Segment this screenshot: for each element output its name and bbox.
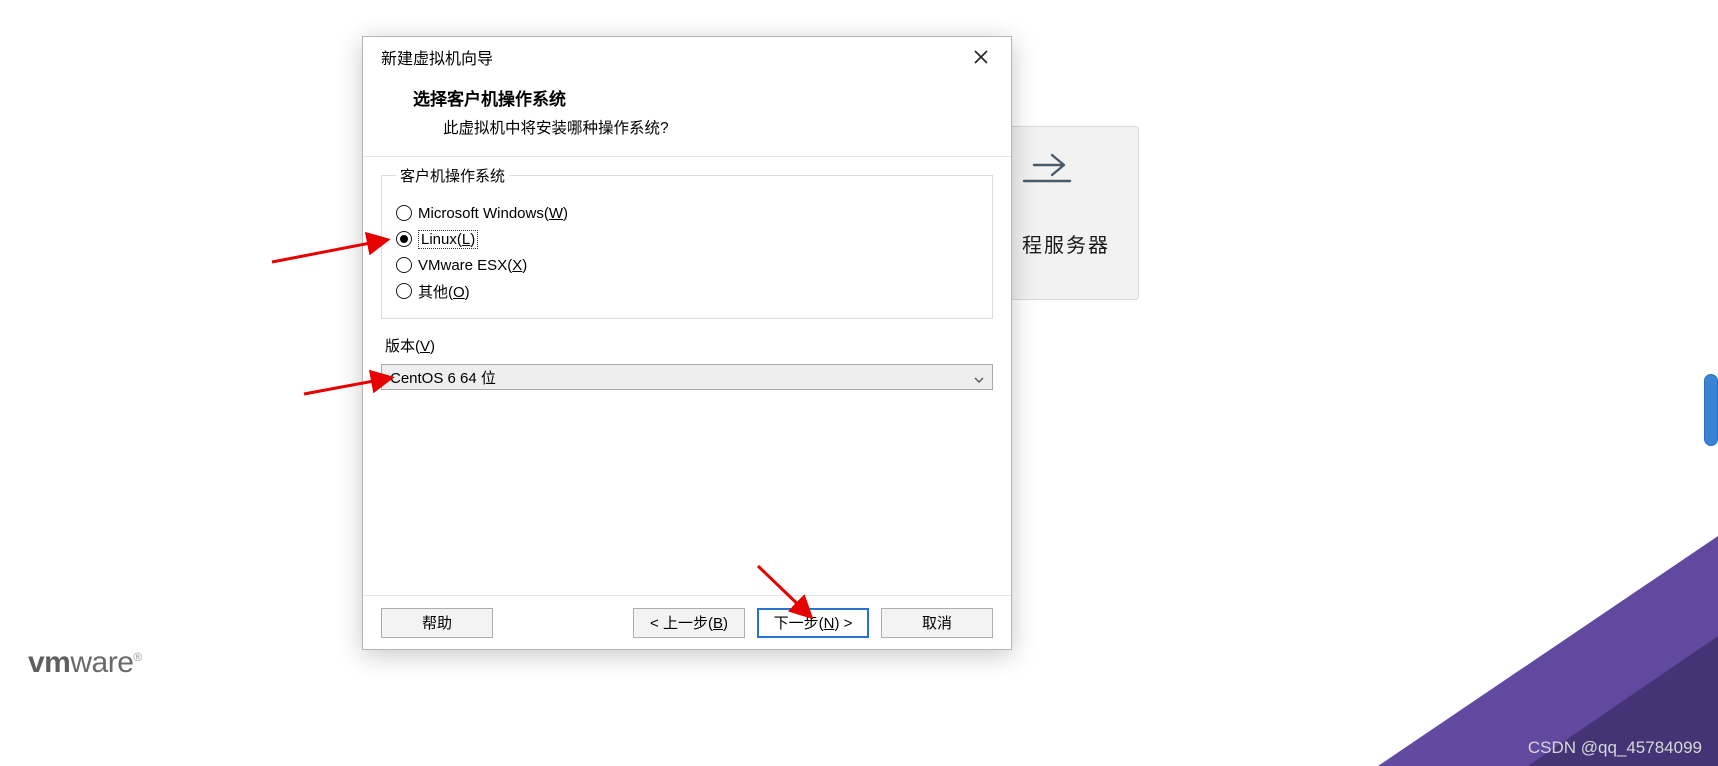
close-icon bbox=[974, 50, 988, 64]
chevron-down-icon bbox=[974, 372, 984, 382]
close-button[interactable] bbox=[959, 41, 1003, 73]
new-vm-wizard-dialog: 新建虚拟机向导 选择客户机操作系统 此虚拟机中将安装哪种操作系统? 客户机操作系… bbox=[362, 36, 1012, 650]
radio-label: 其他(O) bbox=[418, 281, 470, 302]
back-button[interactable]: < 上一步(B) bbox=[633, 608, 745, 638]
version-select[interactable]: CentOS 6 64 位 bbox=[381, 364, 993, 390]
cancel-button[interactable]: 取消 bbox=[881, 608, 993, 638]
radio-label: Linux(L) bbox=[418, 230, 478, 249]
connect-arrow-icon bbox=[1022, 147, 1072, 183]
watermark: CSDN @qq_45784099 bbox=[1528, 738, 1702, 758]
dialog-subheading: 此虚拟机中将安装哪种操作系统? bbox=[413, 116, 993, 138]
next-button[interactable]: 下一步(N) > bbox=[757, 608, 869, 638]
button-bar: 帮助 < 上一步(B) 下一步(N) > 取消 bbox=[363, 595, 1011, 649]
dialog-heading: 选择客户机操作系统 bbox=[413, 85, 993, 110]
titlebar: 新建虚拟机向导 bbox=[363, 37, 1011, 77]
radio-windows[interactable]: Microsoft Windows(W) bbox=[396, 200, 978, 226]
scrollbar-thumb[interactable] bbox=[1704, 374, 1718, 446]
radio-linux[interactable]: Linux(L) bbox=[396, 226, 978, 252]
dialog-title: 新建虚拟机向导 bbox=[381, 45, 493, 69]
version-label: 版本(V) bbox=[385, 335, 993, 356]
version-block: 版本(V) CentOS 6 64 位 bbox=[381, 335, 993, 390]
version-selected-value: CentOS 6 64 位 bbox=[390, 367, 496, 388]
guest-os-group: 客户机操作系统 Microsoft Windows(W) Linux(L) VM… bbox=[381, 165, 993, 319]
radio-label: VMware ESX(X) bbox=[418, 257, 527, 274]
radio-label: Microsoft Windows(W) bbox=[418, 205, 568, 222]
connect-remote-label: 程服务器 bbox=[1022, 229, 1124, 258]
radio-icon bbox=[396, 257, 412, 273]
help-button[interactable]: 帮助 bbox=[381, 608, 493, 638]
dialog-body: 客户机操作系统 Microsoft Windows(W) Linux(L) VM… bbox=[363, 156, 1011, 595]
dialog-header: 选择客户机操作系统 此虚拟机中将安装哪种操作系统? bbox=[363, 77, 1011, 156]
radio-other[interactable]: 其他(O) bbox=[396, 278, 978, 304]
decorative-corner bbox=[1378, 536, 1718, 766]
connect-remote-card[interactable]: 程服务器 bbox=[1007, 126, 1139, 300]
radio-icon bbox=[396, 283, 412, 299]
vmware-logo: vmware® bbox=[28, 646, 142, 680]
radio-vmware-esx[interactable]: VMware ESX(X) bbox=[396, 252, 978, 278]
radio-icon bbox=[396, 231, 412, 247]
radio-icon bbox=[396, 205, 412, 221]
guest-os-legend: 客户机操作系统 bbox=[396, 165, 509, 186]
